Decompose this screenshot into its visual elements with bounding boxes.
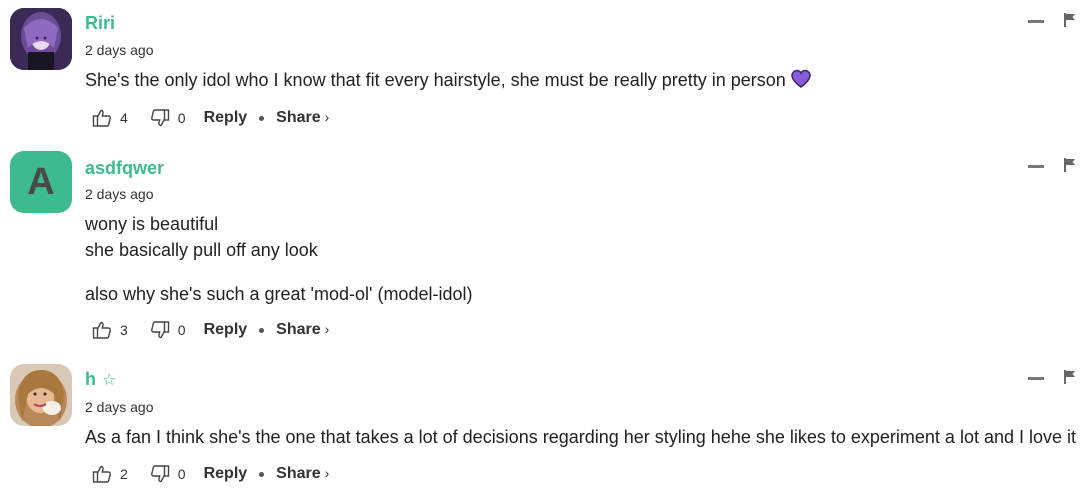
like-button[interactable]: 3 <box>92 320 128 340</box>
comment-author[interactable]: h ☆ <box>85 369 116 390</box>
dislike-count: 0 <box>177 110 186 126</box>
avatar-letter: A <box>27 160 55 203</box>
collapse-icon[interactable] <box>1028 165 1044 168</box>
like-count: 4 <box>120 110 128 126</box>
author-name[interactable]: Riri <box>85 13 115 34</box>
avatar-image <box>10 8 72 70</box>
dislike-count: 0 <box>177 466 186 482</box>
comment-actions: 2 0 Reply Share › <box>92 462 329 486</box>
reply-button[interactable]: Reply <box>204 321 248 339</box>
avatar-image <box>10 364 72 426</box>
chevron-right-icon: › <box>324 109 330 125</box>
comment-text: wony is beautiful <box>85 214 219 234</box>
dislike-count: 0 <box>177 322 186 338</box>
share-label: Share <box>276 465 321 482</box>
comment-author[interactable]: asdfqwer <box>85 158 164 179</box>
chevron-right-icon: › <box>324 321 330 337</box>
comment-timestamp: 2 days ago <box>85 186 154 202</box>
comment-item: A asdfqwer 2 days ago wony is beautiful … <box>0 145 1084 355</box>
share-button[interactable]: Share › <box>276 109 329 127</box>
flag-icon[interactable] <box>1064 13 1076 32</box>
thumbs-up-icon <box>92 108 112 128</box>
comment-author[interactable]: Riri <box>85 13 115 34</box>
purple-heart-icon <box>790 69 812 96</box>
comment-actions: 4 0 Reply Share › <box>92 106 329 130</box>
comment-text: As a fan I think she's the one that take… <box>85 427 1077 447</box>
dislike-button[interactable]: 0 <box>150 320 186 340</box>
flag-icon[interactable] <box>1064 370 1076 389</box>
share-button[interactable]: Share › <box>276 465 329 483</box>
reply-button[interactable]: Reply <box>204 109 248 127</box>
like-count: 2 <box>120 466 128 482</box>
author-name[interactable]: h <box>85 369 96 390</box>
dislike-button[interactable]: 0 <box>150 464 186 484</box>
comment-text: also why she's such a great 'mod-ol' (mo… <box>85 284 473 304</box>
dislike-button[interactable]: 0 <box>150 108 186 128</box>
chevron-right-icon: › <box>324 465 330 481</box>
share-button[interactable]: Share › <box>276 321 329 339</box>
comment-item: Riri 2 days ago She's the only idol who … <box>0 0 1084 145</box>
comment-body: wony is beautiful she basically pull off… <box>85 211 472 307</box>
thumbs-down-icon <box>150 320 170 340</box>
thumbs-down-icon <box>150 464 170 484</box>
share-label: Share <box>276 109 321 126</box>
comment-text: she basically pull off any look <box>85 240 318 260</box>
author-name[interactable]: asdfqwer <box>85 158 164 179</box>
like-button[interactable]: 2 <box>92 464 128 484</box>
thumbs-up-icon <box>92 464 112 484</box>
avatar[interactable] <box>10 364 72 426</box>
thumbs-down-icon <box>150 108 170 128</box>
comment-timestamp: 2 days ago <box>85 42 154 58</box>
comment-text: She's the only idol who I know that fit … <box>85 70 786 90</box>
comment-body: She's the only idol who I know that fit … <box>85 67 812 96</box>
thumbs-up-icon <box>92 320 112 340</box>
like-button[interactable]: 4 <box>92 108 128 128</box>
collapse-icon[interactable] <box>1028 377 1044 380</box>
reply-button[interactable]: Reply <box>204 465 248 483</box>
separator-dot <box>259 115 265 121</box>
avatar[interactable] <box>10 8 72 70</box>
comment-body: As a fan I think she's the one that take… <box>85 424 1076 450</box>
flag-icon[interactable] <box>1064 158 1076 177</box>
avatar[interactable]: A <box>10 151 72 213</box>
comment-actions: 3 0 Reply Share › <box>92 318 329 342</box>
collapse-icon[interactable] <box>1028 20 1044 23</box>
comment-timestamp: 2 days ago <box>85 399 154 415</box>
separator-dot <box>259 327 265 333</box>
star-badge-icon: ☆ <box>102 371 117 389</box>
like-count: 3 <box>120 322 128 338</box>
share-label: Share <box>276 321 321 338</box>
separator-dot <box>259 471 265 477</box>
comment-item: h ☆ 2 days ago As a fan I think she's th… <box>0 356 1084 493</box>
